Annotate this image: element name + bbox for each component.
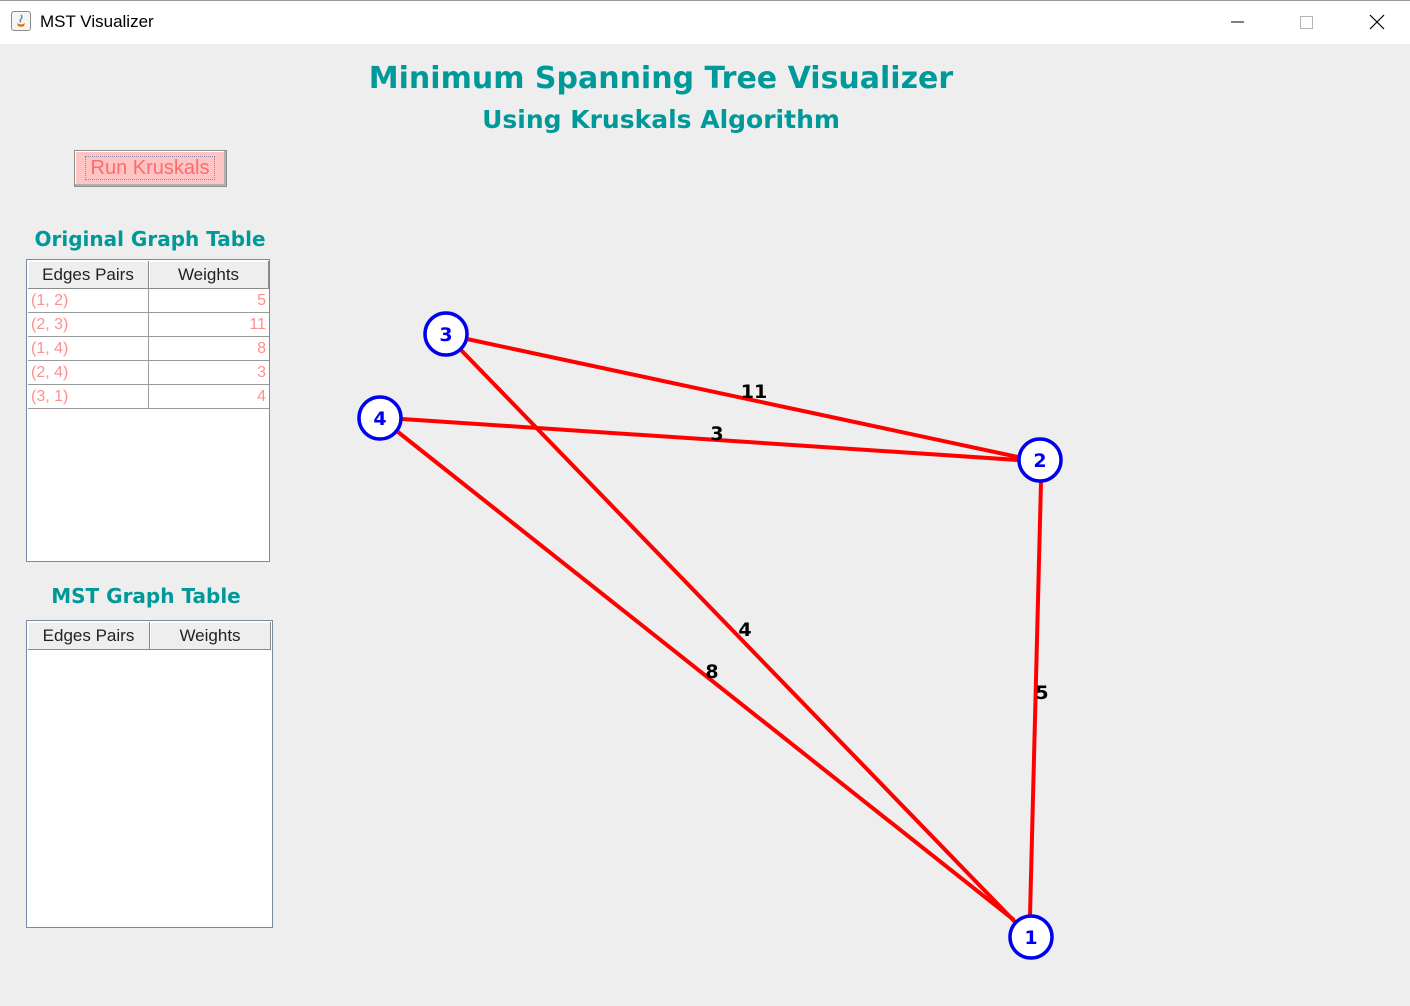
edge-weight-label: 5	[1035, 682, 1048, 704]
edge-weight-label: 4	[738, 619, 751, 641]
graph-node-label: 4	[373, 408, 386, 430]
edge-weight-label: 3	[710, 423, 723, 445]
graph-node-label: 3	[439, 324, 452, 346]
edge-weight-label: 8	[705, 661, 718, 683]
graph-canvas: 5 11 8 3 4 1 2 3 4	[357, 311, 1063, 960]
graph-node-label: 2	[1033, 450, 1046, 472]
edge-weight-label: 11	[741, 381, 767, 403]
graph-node-label: 1	[1024, 927, 1037, 949]
